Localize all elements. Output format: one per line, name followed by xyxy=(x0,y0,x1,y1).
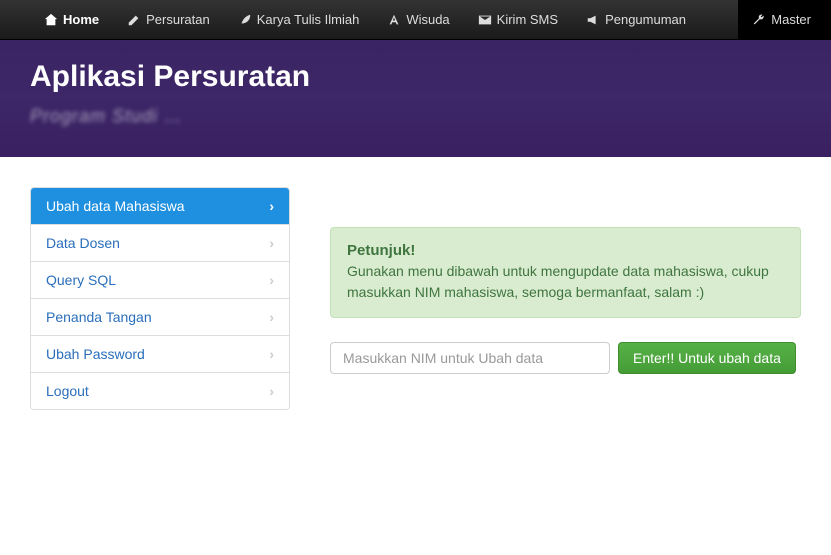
sidebar-item-ubah-mahasiswa[interactable]: Ubah data Mahasiswa › xyxy=(31,188,289,225)
chevron-right-icon: › xyxy=(269,383,274,399)
nav-label: Persuratan xyxy=(146,12,210,27)
help-alert: Petunjuk! Gunakan menu dibawah untuk men… xyxy=(330,227,801,318)
bullhorn-icon xyxy=(586,13,600,27)
sidebar-item-label: Query SQL xyxy=(46,272,116,288)
font-icon xyxy=(387,13,401,27)
chevron-right-icon: › xyxy=(269,272,274,288)
nav-persuratan[interactable]: Persuratan xyxy=(113,0,224,40)
sidebar-item-ubah-password[interactable]: Ubah Password › xyxy=(31,336,289,373)
sidebar-item-data-dosen[interactable]: Data Dosen › xyxy=(31,225,289,262)
sidebar-item-logout[interactable]: Logout › xyxy=(31,373,289,409)
nav-pengumuman[interactable]: Pengumuman xyxy=(572,0,700,40)
envelope-icon xyxy=(478,13,492,27)
nav-home[interactable]: Home xyxy=(30,0,113,40)
nav-label: Kirim SMS xyxy=(497,12,558,27)
sidebar-item-label: Penanda Tangan xyxy=(46,309,152,325)
leaf-icon xyxy=(238,13,252,27)
nav-master[interactable]: Master xyxy=(738,0,831,40)
top-navbar: Home Persuratan Karya Tulis Ilmiah Wisud… xyxy=(0,0,831,40)
sidebar-item-label: Logout xyxy=(46,383,89,399)
content-area: Petunjuk! Gunakan menu dibawah untuk men… xyxy=(330,187,801,410)
hero-banner: Aplikasi Persuratan Program Studi … xyxy=(0,40,831,157)
nav-label: Pengumuman xyxy=(605,12,686,27)
page-title: Aplikasi Persuratan xyxy=(30,60,801,94)
sidebar-item-label: Ubah Password xyxy=(46,346,145,362)
nav-wisuda[interactable]: Wisuda xyxy=(373,0,463,40)
main-container: Ubah data Mahasiswa › Data Dosen › Query… xyxy=(0,157,831,440)
home-icon xyxy=(44,13,58,27)
sidebar-item-query-sql[interactable]: Query SQL › xyxy=(31,262,289,299)
edit-icon xyxy=(127,13,141,27)
alert-title: Petunjuk! xyxy=(347,242,784,259)
sidebar-item-label: Ubah data Mahasiswa xyxy=(46,198,185,214)
nav-karya-tulis[interactable]: Karya Tulis Ilmiah xyxy=(224,0,374,40)
nim-input[interactable] xyxy=(330,342,610,374)
alert-body: Gunakan menu dibawah untuk mengupdate da… xyxy=(347,261,784,303)
chevron-right-icon: › xyxy=(269,346,274,362)
nav-kirim-sms[interactable]: Kirim SMS xyxy=(464,0,572,40)
nav-label: Wisuda xyxy=(406,12,449,27)
page-subtitle: Program Studi … xyxy=(30,106,801,127)
wrench-icon xyxy=(752,13,766,27)
nim-form: Enter!! Untuk ubah data xyxy=(330,342,801,374)
sidebar-item-label: Data Dosen xyxy=(46,235,120,251)
chevron-right-icon: › xyxy=(269,198,274,214)
nav-label: Karya Tulis Ilmiah xyxy=(257,12,360,27)
nav-label: Master xyxy=(771,12,811,27)
chevron-right-icon: › xyxy=(269,235,274,251)
chevron-right-icon: › xyxy=(269,309,274,325)
sidebar-item-penanda-tangan[interactable]: Penanda Tangan › xyxy=(31,299,289,336)
sidebar: Ubah data Mahasiswa › Data Dosen › Query… xyxy=(30,187,290,410)
submit-button[interactable]: Enter!! Untuk ubah data xyxy=(618,342,796,374)
nav-label: Home xyxy=(63,12,99,27)
